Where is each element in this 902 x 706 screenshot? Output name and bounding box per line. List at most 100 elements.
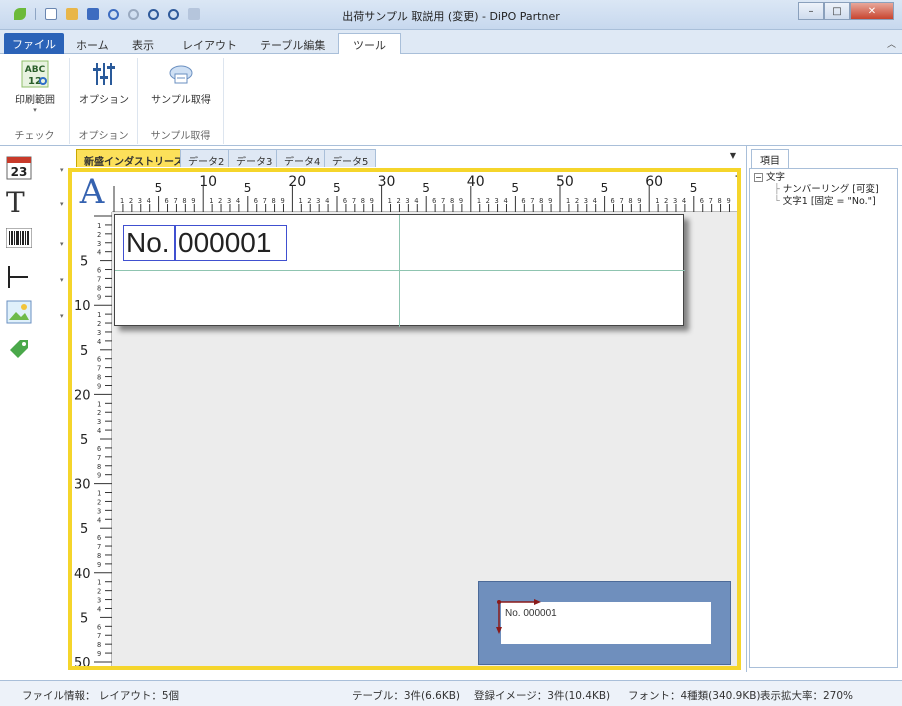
ruler-minor-label: 9 — [370, 197, 374, 205]
ruler-minor-label: 3 — [316, 197, 320, 205]
guide-line-vertical — [399, 215, 400, 327]
line-tool-button[interactable]: ▾ — [6, 264, 64, 294]
ruler-corner: A — [72, 172, 112, 212]
ruler-minor-label: 4 — [97, 249, 101, 257]
ruler-minor-label: 6 — [611, 197, 615, 205]
sliders-icon — [90, 60, 118, 88]
ruler-minor-label: 1 — [97, 222, 101, 230]
ruler-minor-label: 6 — [254, 197, 258, 205]
tab-file[interactable]: ファイル — [4, 33, 64, 55]
maximize-button[interactable]: □ — [824, 2, 850, 20]
tab-view[interactable]: 表示 — [124, 35, 162, 55]
tab-list-dropdown-icon[interactable]: ▼ — [730, 151, 736, 160]
tree-item-numbering[interactable]: ├ ナンバーリング [可変] — [754, 184, 893, 196]
ruler-minor-label: 3 — [97, 329, 101, 337]
ruler-minor-label: 2 — [396, 197, 400, 205]
ruler-minor-label: 1 — [388, 197, 392, 205]
tab-table-edit[interactable]: テーブル編集 — [252, 35, 333, 55]
ruler-minor-label: 7 — [97, 454, 101, 462]
window-title: 出荷サンプル 取説用 (変更) - DiPO Partner — [342, 10, 560, 23]
ruler-minor-label: 1 — [120, 197, 124, 205]
collapse-icon[interactable]: − — [754, 173, 763, 182]
horizontal-ruler-ticks: 1234678912346789123467891234678912346789… — [113, 174, 737, 212]
tree-connector: ├ — [774, 184, 780, 195]
abc-123-icon: ABC 12 — [21, 60, 49, 88]
ruler-minor-label: 1 — [477, 197, 481, 205]
ruler-minor-label: 1 — [97, 490, 101, 498]
ruler-minor-label: 7 — [441, 197, 445, 205]
numbering-field[interactable]: 000001 — [175, 225, 287, 261]
get-sample-button[interactable]: サンプル取得 — [144, 60, 218, 106]
doc-tab-3[interactable]: データ3 — [228, 149, 281, 168]
print-range-button[interactable]: ABC 12 印刷範囲 ▾ — [6, 60, 64, 114]
date-tool-button[interactable]: 23 ▾ — [6, 154, 64, 184]
doc-tab-4[interactable]: データ4 — [276, 149, 329, 168]
minimize-button[interactable]: – — [798, 2, 824, 20]
tree-connector: └ — [774, 196, 780, 207]
ruler-major-label: 5 — [511, 181, 519, 195]
ruler-minor-label: 7 — [352, 197, 356, 205]
group-label-options: オプション — [78, 131, 129, 142]
ruler-major-label: 5 — [333, 181, 341, 195]
image-tool-button[interactable]: ▾ — [6, 300, 64, 330]
ruler-minor-label: 3 — [97, 240, 101, 248]
ribbon-collapse-icon[interactable]: ︿ — [887, 37, 896, 50]
ruler-minor-label: 6 — [97, 534, 101, 542]
text-tool-icon: T — [6, 186, 25, 219]
ruler-major-label: 50 — [74, 656, 91, 670]
dropdown-arrow-icon[interactable]: ▾ — [60, 312, 64, 320]
ruler-minor-label: 1 — [97, 668, 101, 670]
ruler-minor-label: 6 — [97, 623, 101, 631]
tag-tool-button[interactable] — [6, 336, 56, 366]
horizontal-ruler: 1234678912346789123467891234678912346789… — [112, 172, 737, 212]
ruler-minor-label: 9 — [459, 197, 463, 205]
options-button[interactable]: オプション — [74, 60, 134, 106]
dropdown-arrow-icon[interactable]: ▾ — [60, 166, 64, 174]
ruler-minor-label: 8 — [450, 197, 454, 205]
ruler-minor-label: 7 — [709, 197, 713, 205]
ruler-minor-label: 1 — [97, 311, 101, 319]
doc-tab-2[interactable]: データ2 — [180, 149, 233, 168]
ruler-minor-label: 6 — [97, 267, 101, 275]
dropdown-arrow-icon[interactable]: ▾ — [60, 276, 64, 284]
line-icon — [8, 266, 28, 288]
tree-item-text1[interactable]: └ 文字1 [固定 = "No."] — [754, 196, 893, 208]
doc-tab-5[interactable]: データ5 — [324, 149, 377, 168]
ruler-minor-label: 6 — [521, 197, 525, 205]
label-layout[interactable]: No. 000001 — [114, 214, 685, 327]
image-icon — [6, 300, 32, 324]
ruler-major-label: 10 — [74, 299, 91, 314]
text-field-prefix[interactable]: No. — [123, 225, 175, 261]
svg-text:ABC: ABC — [25, 65, 46, 75]
doc-tab-1[interactable]: 新盛インダストリーズ — [76, 149, 192, 168]
ribbon-group-check: ABC 12 印刷範囲 ▾ チェック — [0, 58, 70, 144]
ruler-minor-label: 7 — [530, 197, 534, 205]
ruler-minor-label: 2 — [97, 320, 101, 328]
tab-layout[interactable]: レイアウト — [174, 35, 245, 55]
ruler-minor-label: 8 — [182, 197, 186, 205]
text-tool-button[interactable]: T ▾ — [6, 186, 64, 219]
price-tag-icon — [10, 340, 28, 358]
dropdown-arrow-icon[interactable]: ▾ — [60, 240, 64, 248]
barcode-tool-button[interactable]: ▾ — [5, 227, 64, 258]
ruler-minor-label: 1 — [97, 579, 101, 587]
items-tree: − 文字 ├ ナンバーリング [可変] └ 文字1 [固定 = "No."] — [749, 168, 898, 668]
tab-home[interactable]: ホーム — [68, 35, 117, 55]
cloud-printer-icon — [167, 60, 195, 88]
ruler-major-label: 40 — [467, 174, 485, 190]
ruler-minor-label: 8 — [97, 374, 101, 382]
tree-node-text[interactable]: − 文字 — [754, 172, 893, 184]
ruler-minor-label: 3 — [138, 197, 142, 205]
close-button[interactable]: ✕ — [850, 2, 894, 20]
ruler-minor-label: 2 — [307, 197, 311, 205]
ruler-minor-label: 2 — [664, 197, 668, 205]
ruler-minor-label: 2 — [486, 197, 490, 205]
ruler-minor-label: 7 — [97, 632, 101, 640]
status-table: テーブル：3件(6.6KB) — [352, 690, 461, 702]
ruler-major-label: 5 — [80, 255, 88, 270]
items-tab[interactable]: 項目 — [751, 149, 789, 169]
dropdown-arrow-icon[interactable]: ▾ — [60, 200, 64, 208]
calendar-icon: 23 — [6, 156, 32, 180]
ribbon: ABC 12 印刷範囲 ▾ チェック オプション オプション サンプル取得 サン… — [0, 54, 902, 146]
ruler-minor-label: 4 — [325, 197, 329, 205]
